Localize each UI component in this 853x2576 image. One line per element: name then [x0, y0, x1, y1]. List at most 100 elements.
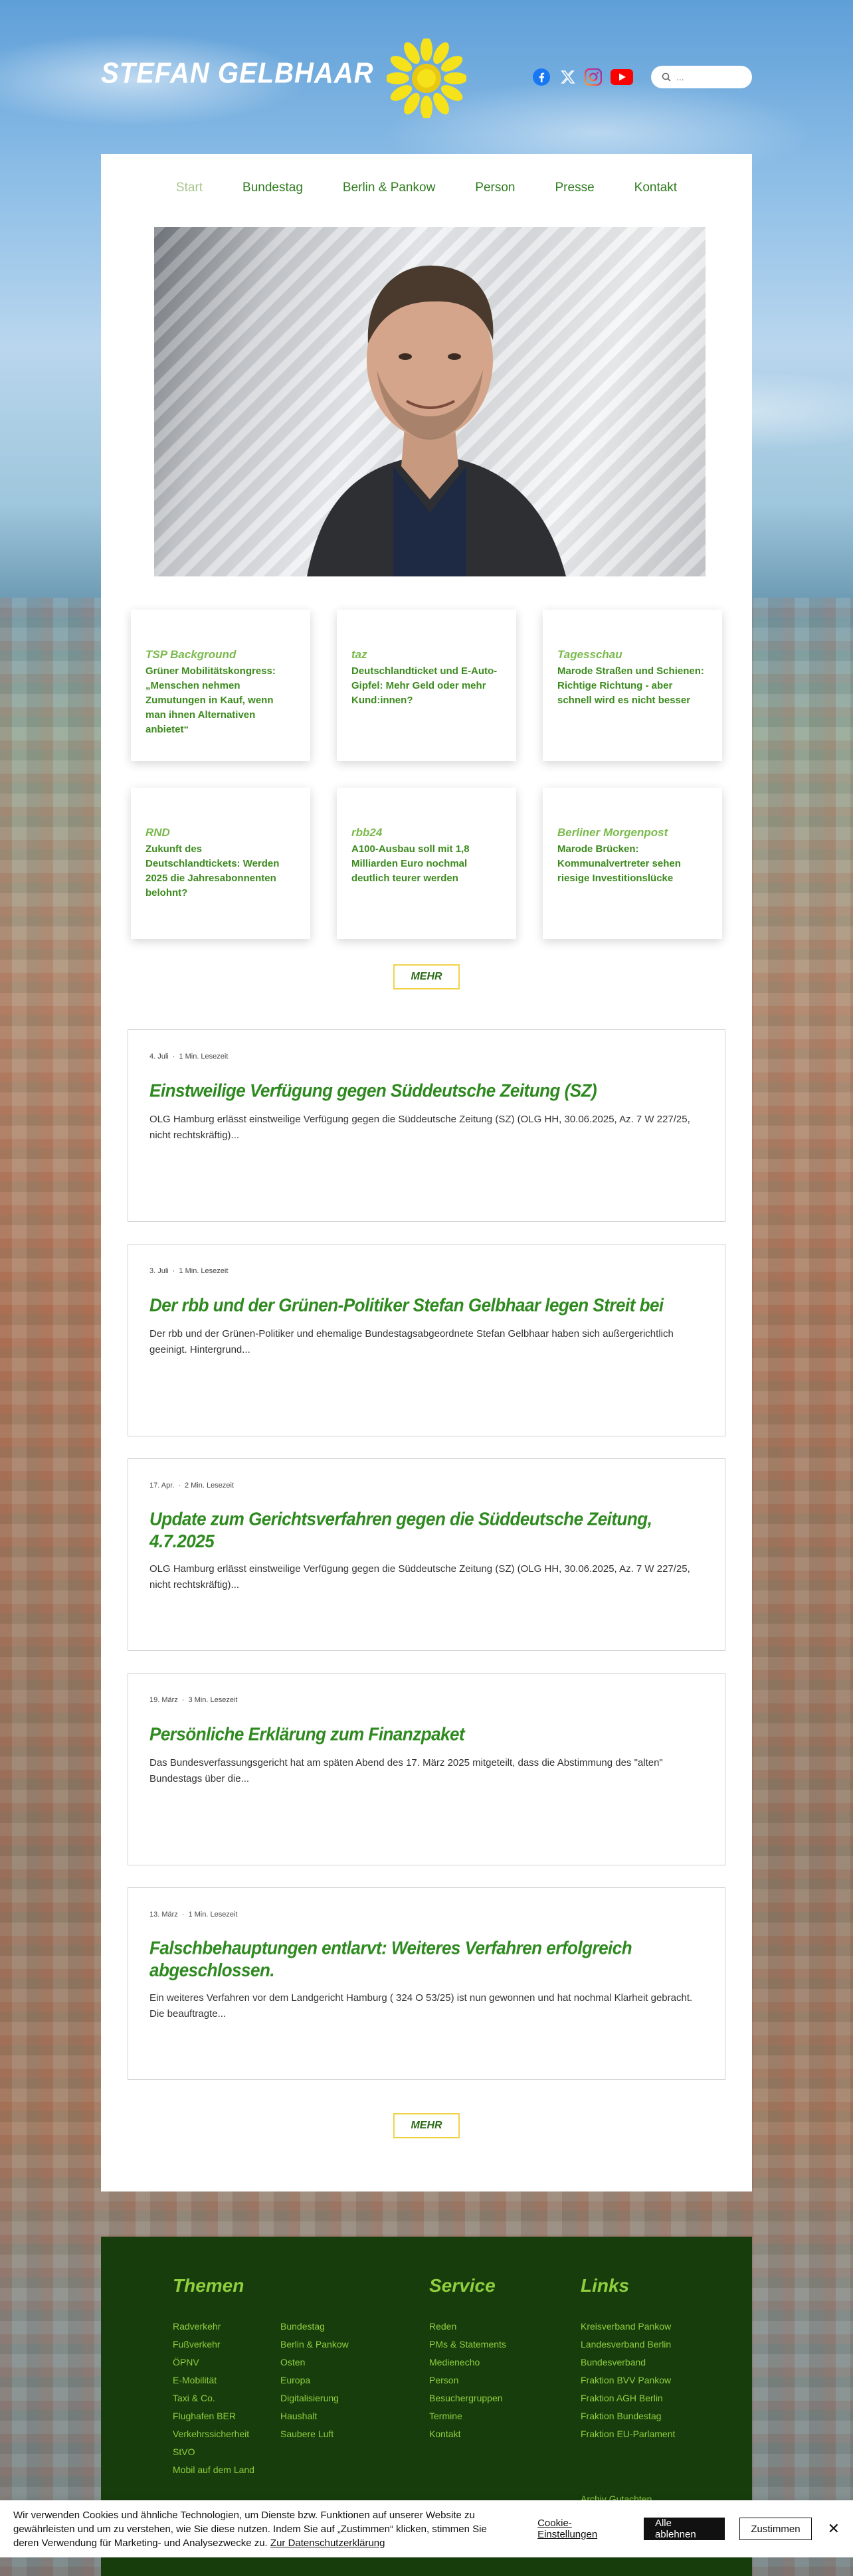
press-headline[interactable]: A100-Ausbau soll mit 1,8 Milliarden Euro… — [351, 842, 502, 886]
footer-link[interactable]: Person — [429, 2371, 506, 2389]
footer-link[interactable]: Saubere Luft — [280, 2425, 349, 2443]
press-headline[interactable]: Marode Brücken: Kommunalvertreter sehen … — [557, 842, 708, 886]
post-meta: 4. Juli · 1 Min. Lesezeit — [149, 1053, 229, 1061]
footer-link[interactable]: Fraktion BVV Pankow — [581, 2371, 675, 2389]
sunflower-logo[interactable] — [387, 39, 466, 118]
nav-bundestag[interactable]: Bundestag — [223, 181, 323, 195]
footer-link[interactable]: E-Mobilität — [173, 2371, 254, 2389]
post-title[interactable]: Einstweilige Verfügung gegen Süddeutsche… — [149, 1080, 704, 1102]
footer-link[interactable]: Mobil auf dem Land — [173, 2461, 254, 2479]
footer-link[interactable]: Taxi & Co. — [173, 2389, 254, 2407]
post-title[interactable]: Update zum Gerichtsverfahren gegen die S… — [149, 1508, 704, 1553]
press-headline[interactable]: Grüner Mobilitätskongress: „Menschen neh… — [145, 664, 296, 737]
footer-heading-themen: Themen — [173, 2275, 244, 2296]
post-excerpt: OLG Hamburg erlässt einstweilige Verfügu… — [149, 1563, 690, 1590]
search-icon — [662, 72, 671, 82]
press-more-button[interactable]: MEHR — [393, 964, 460, 989]
press-headline[interactable]: Marode Straßen und Schienen: Richtige Ri… — [557, 664, 708, 708]
footer-links-col: Kreisverband Pankow Landesverband Berlin… — [581, 2318, 675, 2443]
footer-link[interactable]: Fraktion Bundestag — [581, 2407, 675, 2425]
cookie-banner: Wir verwenden Cookies und ähnliche Techn… — [0, 2500, 853, 2557]
footer-link[interactable]: Bundestag — [280, 2318, 349, 2336]
post-meta: 17. Apr. · 2 Min. Lesezeit — [149, 1482, 234, 1490]
footer-themen-col1: Radverkehr Fußverkehr ÖPNV E-Mobilität T… — [173, 2318, 254, 2479]
press-card[interactable]: RND Zukunft des Deutschlandtickets: Werd… — [131, 788, 310, 939]
blog-post[interactable]: 3. Juli · 1 Min. Lesezeit Der rbb und der … — [128, 1244, 725, 1436]
press-headline[interactable]: Zukunft des Deutschlandtickets: Werden 2… — [145, 842, 296, 901]
post-meta: 13. März · 1 Min. Lesezeit — [149, 1911, 238, 1919]
footer-link[interactable]: Kontakt — [429, 2425, 506, 2443]
blog-post[interactable]: 4. Juli · 1 Min. Lesezeit Einstweilige Ver… — [128, 1029, 725, 1222]
footer-link[interactable]: StVO — [173, 2443, 254, 2461]
blog-post[interactable]: 17. Apr. · 2 Min. Lesezeit Update zum Geri… — [128, 1458, 725, 1651]
cookie-settings-link[interactable]: Cookie-Einstellungen — [537, 2518, 629, 2540]
footer-link[interactable]: ÖPNV — [173, 2354, 254, 2371]
nav-person[interactable]: Person — [455, 181, 535, 195]
press-source: taz — [351, 648, 367, 661]
footer-link[interactable]: Landesverband Berlin — [581, 2336, 675, 2354]
press-card[interactable]: Berliner Morgenpost Marode Brücken: Komm… — [543, 788, 722, 939]
footer-link[interactable]: Reden — [429, 2318, 506, 2336]
nav-kontakt[interactable]: Kontakt — [615, 181, 697, 195]
nav-berlin-pankow[interactable]: Berlin & Pankow — [323, 181, 455, 195]
facebook-icon[interactable] — [531, 67, 551, 87]
press-source: RND — [145, 826, 170, 839]
main-panel: Start Bundestag Berlin & Pankow Person P… — [101, 154, 752, 2191]
post-excerpt: Das Bundesverfassungsgericht hat am spät… — [149, 1757, 663, 1784]
footer-link[interactable]: Verkehrssicherheit — [173, 2425, 254, 2443]
footer-link[interactable]: Termine — [429, 2407, 506, 2425]
decline-all-button[interactable]: Alle ablehnen — [643, 2518, 725, 2540]
footer-link[interactable]: Kreisverband Pankow — [581, 2318, 675, 2336]
youtube-icon[interactable] — [610, 67, 634, 87]
press-card[interactable]: rbb24 A100-Ausbau soll mit 1,8 Milliarde… — [337, 788, 516, 939]
search-input[interactable] — [676, 72, 743, 82]
footer-link[interactable]: Fraktion EU-Parlament — [581, 2425, 675, 2443]
footer-link[interactable]: Bundesverband — [581, 2354, 675, 2371]
footer-link[interactable]: Haushalt — [280, 2407, 349, 2425]
nav-presse[interactable]: Presse — [535, 181, 615, 195]
post-excerpt: OLG Hamburg erlässt einstweilige Verfügu… — [149, 1114, 690, 1141]
search-box[interactable] — [651, 66, 752, 88]
post-title[interactable]: Falschbehauptungen entlarvt: Weiteres Ve… — [149, 1937, 704, 1982]
cookie-text: Wir verwenden Cookies und ähnliche Techn… — [13, 2509, 487, 2549]
footer-link[interactable]: Europa — [280, 2371, 349, 2389]
footer-link[interactable]: Digitalisierung — [280, 2389, 349, 2407]
blog-post[interactable]: 19. März · 3 Min. Lesezeit Persönliche Erk… — [128, 1673, 725, 1865]
post-meta: 3. Juli · 1 Min. Lesezeit — [149, 1267, 229, 1275]
post-title[interactable]: Persönliche Erklärung zum Finanzpaket — [149, 1723, 704, 1745]
privacy-link[interactable]: Zur Datenschutzerklärung — [270, 2537, 385, 2549]
footer-link[interactable]: Flughafen BER — [173, 2407, 254, 2425]
close-icon[interactable]: ✕ — [828, 2520, 840, 2537]
press-card[interactable]: TSP Background Grüner Mobilitätskongress… — [131, 610, 310, 761]
site-title[interactable]: STEFAN GELBHAAR — [101, 57, 374, 90]
press-card[interactable]: Tagesschau Marode Straßen und Schienen: … — [543, 610, 722, 761]
press-headline[interactable]: Deutschlandticket und E-Auto-Gipfel: Meh… — [351, 664, 502, 708]
footer-service-col: Reden PMs & Statements Medienecho Person… — [429, 2318, 506, 2443]
nav-start[interactable]: Start — [156, 181, 223, 195]
footer-link[interactable]: PMs & Statements — [429, 2336, 506, 2354]
footer-themen-col2: Bundestag Berlin & Pankow Osten Europa D… — [280, 2318, 349, 2443]
footer-heading-service: Service — [429, 2275, 496, 2296]
post-meta: 19. März · 3 Min. Lesezeit — [149, 1696, 238, 1704]
instagram-icon[interactable] — [583, 67, 603, 87]
post-excerpt: Ein weiteres Verfahren vor dem Landgeric… — [149, 1992, 693, 2019]
press-card[interactable]: taz Deutschlandticket und E-Auto-Gipfel:… — [337, 610, 516, 761]
footer-link[interactable]: Fraktion AGH Berlin — [581, 2389, 675, 2407]
press-source: Berliner Morgenpost — [557, 826, 668, 839]
footer-heading-links: Links — [581, 2275, 630, 2296]
main-nav: Start Bundestag Berlin & Pankow Person P… — [101, 181, 752, 195]
footer-link[interactable]: Medienecho — [429, 2354, 506, 2371]
post-excerpt: Der rbb und der Grünen-Politiker und ehe… — [149, 1328, 674, 1355]
footer-link[interactable]: Osten — [280, 2354, 349, 2371]
posts-more-button[interactable]: MEHR — [393, 2113, 460, 2138]
hero-portrait — [154, 227, 706, 576]
footer-link[interactable]: Fußverkehr — [173, 2336, 254, 2354]
footer-link[interactable]: Radverkehr — [173, 2318, 254, 2336]
blog-post[interactable]: 13. März · 1 Min. Lesezeit Falschbehauptun… — [128, 1887, 725, 2080]
press-source: Tagesschau — [557, 648, 622, 661]
footer-link[interactable]: Besuchergruppen — [429, 2389, 506, 2407]
footer-link[interactable]: Berlin & Pankow — [280, 2336, 349, 2354]
accept-button[interactable]: Zustimmen — [739, 2518, 812, 2540]
x-icon[interactable] — [558, 67, 578, 87]
post-title[interactable]: Der rbb und der Grünen-Politiker Stefan … — [149, 1294, 704, 1316]
